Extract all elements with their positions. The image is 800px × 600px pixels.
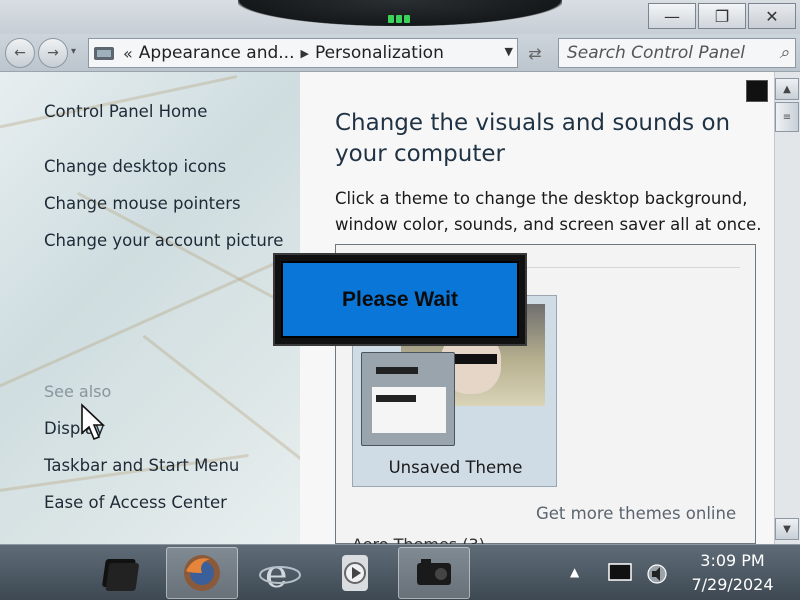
clock-time[interactable]: 3:09 PM: [680, 551, 785, 570]
search-icon[interactable]: ⌕: [779, 43, 789, 63]
back-button[interactable]: ←: [5, 38, 35, 68]
breadcrumb-item-personalization[interactable]: Personalization: [315, 43, 444, 63]
mouse-cursor-icon: [81, 403, 105, 441]
breadcrumb-item-appearance[interactable]: Appearance and...: [139, 43, 295, 63]
show-hidden-icons-button[interactable]: ▲: [570, 565, 579, 579]
background-streak: [0, 252, 296, 395]
scroll-thumb[interactable]: ≡: [775, 102, 799, 132]
clock-date[interactable]: 7/29/2024: [680, 575, 785, 594]
theme-name: Unsaved Theme: [388, 458, 523, 477]
change-desktop-icons-link[interactable]: Change desktop icons: [44, 157, 226, 176]
change-account-picture-link[interactable]: Change your account picture: [44, 231, 283, 250]
breadcrumb-overflow[interactable]: «: [123, 44, 133, 63]
scroll-up-button[interactable]: ▲: [775, 78, 799, 100]
sidebar: Control Panel Home Change desktop icons …: [0, 72, 300, 544]
recent-pages-dropdown[interactable]: ▾: [71, 46, 76, 57]
maximize-button[interactable]: ❐: [698, 3, 746, 29]
address-bar[interactable]: « Appearance and... ▶ Personalization ▼: [88, 38, 518, 68]
scroll-down-button[interactable]: ▼: [775, 518, 799, 540]
please-wait-dialog: Please Wait: [273, 253, 527, 346]
firefox-icon[interactable]: [166, 547, 238, 599]
control-panel-home-link[interactable]: Control Panel Home: [44, 102, 207, 121]
control-panel-icon: [91, 42, 117, 64]
navigation-bar: ← → ▾ « Appearance and... ▶ Personalizat…: [0, 34, 800, 72]
breadcrumb-separator[interactable]: ▶: [300, 47, 308, 60]
page-description: Click a theme to change the desktop back…: [335, 189, 762, 234]
camera-app-icon[interactable]: [398, 547, 470, 599]
ease-of-access-link[interactable]: Ease of Access Center: [44, 493, 227, 512]
help-icon[interactable]: [746, 80, 768, 102]
title-bar: — ❐ ✕: [0, 0, 800, 34]
change-mouse-pointers-link[interactable]: Change mouse pointers: [44, 194, 241, 213]
get-more-themes-link[interactable]: Get more themes online: [536, 504, 736, 523]
camera-indicator-icon: [388, 8, 414, 23]
background-streak: [142, 334, 300, 473]
action-center-icon[interactable]: [608, 563, 632, 581]
volume-icon[interactable]: [646, 563, 668, 584]
address-dropdown-icon[interactable]: ▼: [505, 45, 513, 58]
window-color-preview: [361, 352, 455, 446]
vertical-scrollbar[interactable]: ▲ ≡ ▼: [774, 72, 800, 544]
search-input[interactable]: Search Control Panel ⌕: [558, 38, 796, 68]
background-streak: [76, 191, 300, 336]
taskbar: e ▲ 3:09 PM 7/29/2024: [0, 544, 800, 600]
please-wait-text: Please Wait: [281, 261, 519, 338]
internet-explorer-icon[interactable]: e: [244, 547, 316, 599]
forward-button[interactable]: →: [38, 38, 68, 68]
close-button[interactable]: ✕: [748, 3, 796, 29]
search-placeholder: Search Control Panel: [567, 43, 746, 63]
page-title: Change the visuals and sounds on your co…: [335, 110, 731, 167]
see-also-heading: See also: [44, 382, 112, 401]
svg-text:e: e: [265, 552, 288, 595]
minimize-button[interactable]: —: [648, 3, 696, 29]
refresh-button[interactable]: ⇄: [520, 38, 550, 68]
taskbar-start-menu-link[interactable]: Taskbar and Start Menu: [44, 456, 239, 475]
media-player-icon[interactable]: [320, 547, 392, 599]
media-center-icon[interactable]: [90, 547, 162, 599]
